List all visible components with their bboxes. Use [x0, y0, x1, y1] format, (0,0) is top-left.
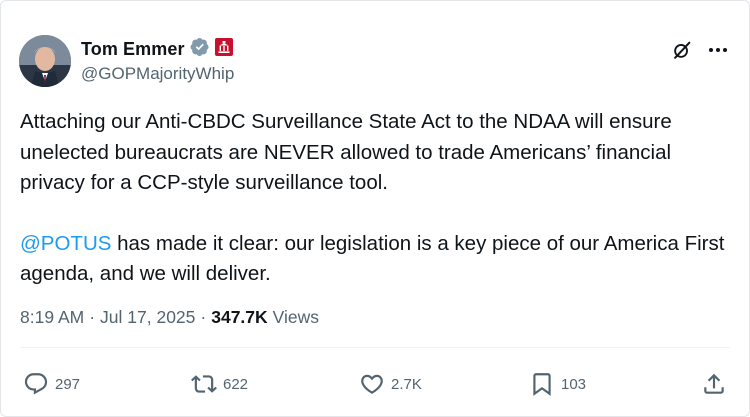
tweet-paragraph-2-text: has made it clear: our legislation is a … [20, 231, 725, 286]
mention-link[interactable]: @POTUS [20, 232, 111, 255]
meta-separator: · [89, 307, 96, 327]
tweet-card: Tom Emmer @GOPMajorityWhip Attaching our… [0, 0, 750, 417]
engagement-bar: 297 622 2.7K 103 [23, 371, 727, 399]
repost-icon [191, 371, 217, 397]
reply-count: 297 [55, 375, 81, 393]
avatar-image [19, 35, 71, 87]
author-name-row: Tom Emmer [81, 37, 233, 62]
verified-badge-icon [190, 37, 210, 62]
bookmark-icon [529, 371, 555, 397]
tweet-text: Attaching our Anti-CBDC Surveillance Sta… [20, 107, 732, 290]
meta-separator: · [200, 307, 207, 327]
views-count: 347.7K [211, 307, 268, 327]
avatar[interactable] [19, 35, 71, 87]
share-button[interactable] [701, 371, 727, 397]
bookmark-button[interactable]: 103 [529, 371, 586, 397]
reply-icon [23, 371, 49, 397]
top-actions [671, 39, 729, 61]
repost-button[interactable]: 622 [191, 371, 248, 397]
views-label: Views [272, 307, 320, 327]
author-handle[interactable]: @GOPMajorityWhip [81, 64, 234, 84]
divider [20, 347, 730, 348]
us-house-seal-icon [214, 37, 233, 61]
like-count: 2.7K [391, 375, 422, 393]
tweet-time[interactable]: 8:19 AM [20, 307, 84, 328]
author-display-name[interactable]: Tom Emmer [81, 39, 185, 60]
bookmark-count: 103 [561, 375, 587, 393]
tweet-meta: 8:19 AM · Jul 17, 2025 · 347.7K Views [20, 307, 319, 328]
like-button[interactable]: 2.7K [359, 371, 422, 397]
grok-icon[interactable] [671, 39, 693, 61]
heart-icon [359, 371, 385, 397]
tweet-paragraph-1: Attaching our Anti-CBDC Surveillance Sta… [20, 110, 672, 194]
reply-button[interactable]: 297 [23, 371, 80, 397]
share-icon [701, 371, 727, 397]
tweet-date[interactable]: Jul 17, 2025 [100, 307, 195, 328]
repost-count: 622 [223, 375, 249, 393]
tweet-paragraph-2: @POTUS has made it clear: our legislatio… [20, 229, 732, 290]
more-options-icon[interactable] [707, 39, 729, 61]
